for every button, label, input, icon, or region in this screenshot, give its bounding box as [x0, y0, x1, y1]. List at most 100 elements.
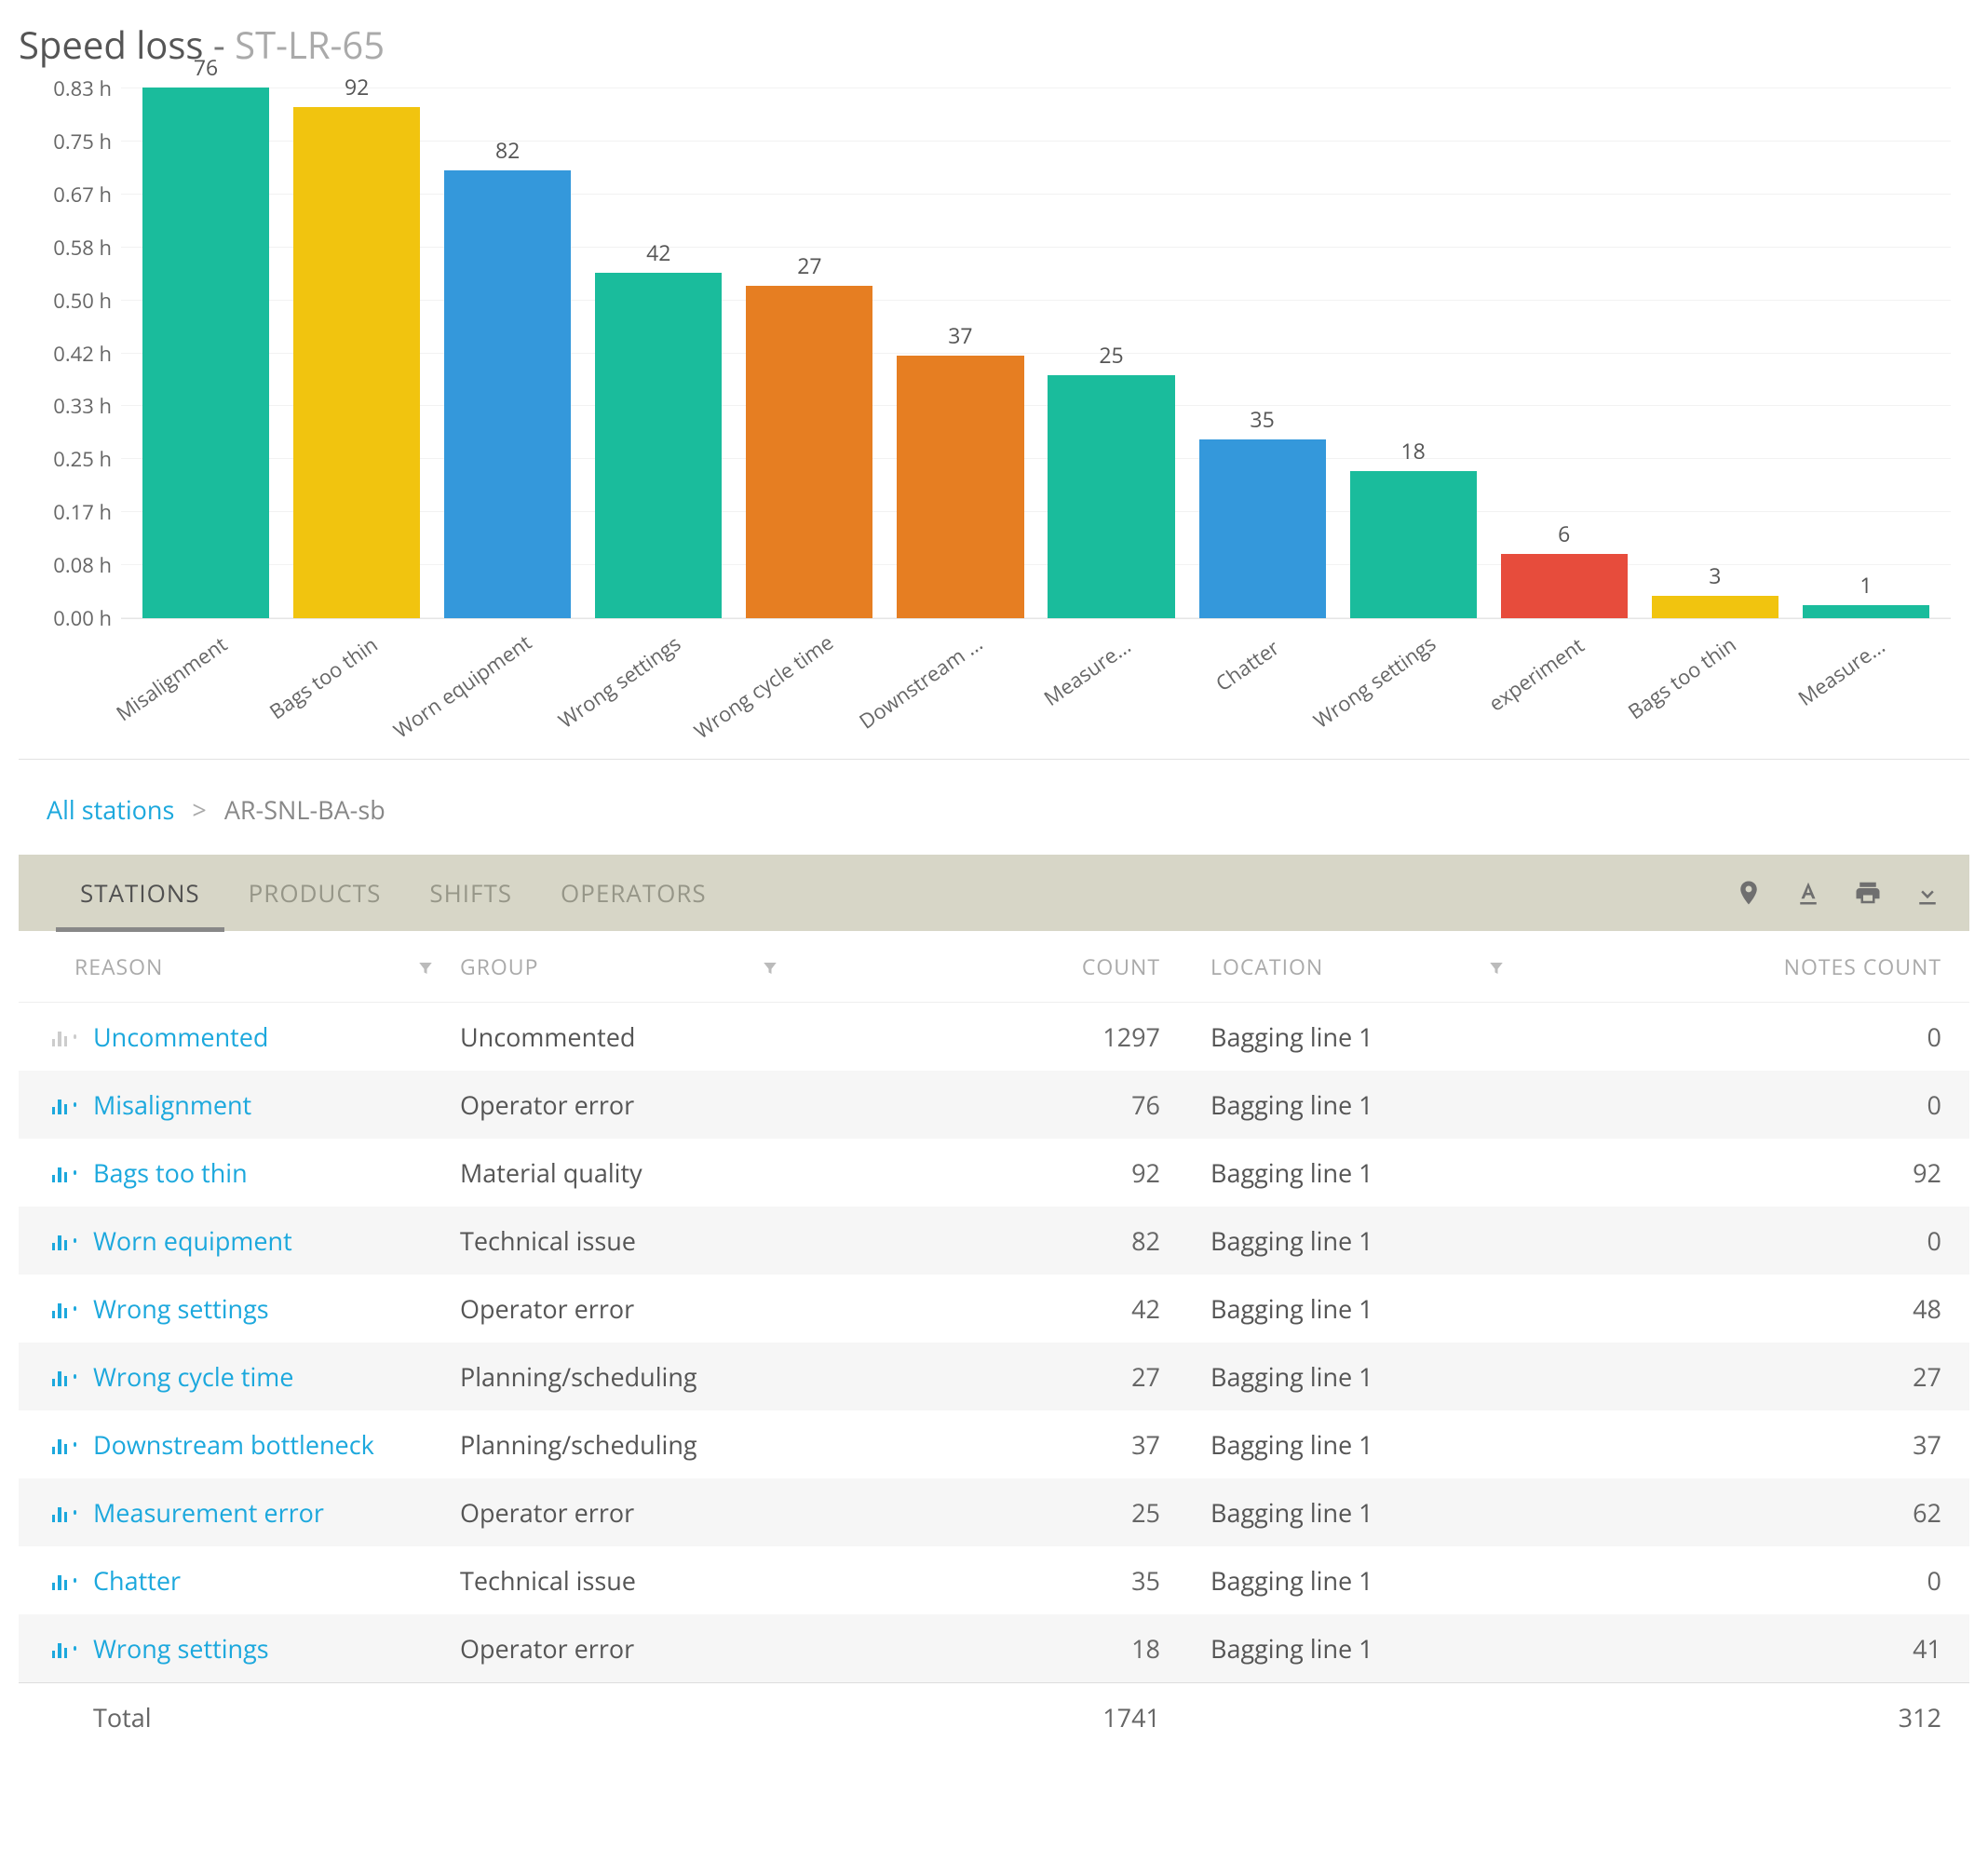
cell-notes: 48	[1518, 1275, 1969, 1343]
table-row: Downstream bottleneck Planning/scheduling…	[19, 1410, 1969, 1478]
reason-link[interactable]: Bags too thin	[93, 1155, 248, 1190]
bar-value-label: 25	[1099, 340, 1123, 370]
breadcrumb-root[interactable]: All stations	[47, 792, 174, 827]
cell-group: Technical issue	[447, 1546, 791, 1614]
cell-count: 35	[791, 1546, 1173, 1614]
reason-link[interactable]: Uncommented	[93, 1019, 268, 1054]
total-label: Total	[19, 1683, 447, 1752]
bar-chart-icon	[52, 1368, 76, 1386]
bar-slot: 35	[1187, 404, 1338, 618]
bar[interactable]	[1501, 554, 1628, 618]
bar[interactable]	[746, 286, 872, 618]
cell-location: Bagging line 1	[1173, 1410, 1518, 1478]
reason-link[interactable]: Misalignment	[93, 1087, 251, 1122]
cell-group: Planning/scheduling	[447, 1410, 791, 1478]
table-row: Wrong settingsOperator error42Bagging li…	[19, 1275, 1969, 1343]
cell-group: Operator error	[447, 1478, 791, 1546]
cell-location: Bagging line 1	[1173, 1546, 1518, 1614]
y-tick-label: 0.08 h	[19, 551, 112, 579]
bar[interactable]	[142, 88, 269, 618]
bar[interactable]	[1803, 605, 1929, 618]
bar-slot: 82	[432, 135, 583, 618]
y-tick-label: 0.25 h	[19, 445, 112, 473]
bar-slot: 6	[1489, 519, 1640, 618]
bar-chart-icon	[52, 1572, 76, 1590]
cell-group: Technical issue	[447, 1207, 791, 1275]
bar-chart-icon	[52, 1028, 76, 1046]
bar-value-label: 35	[1250, 404, 1274, 434]
col-reason[interactable]: REASON	[74, 951, 163, 981]
table-row: MisalignmentOperator error76Bagging line…	[19, 1071, 1969, 1139]
download-icon[interactable]	[1914, 879, 1941, 907]
bar-value-label: 82	[495, 135, 520, 165]
data-table: REASON GROUP COUNT LOCATION NOTES COUNT …	[19, 931, 1969, 1751]
bar[interactable]	[595, 273, 722, 618]
cell-count: 1297	[791, 1003, 1173, 1072]
bar-slot: 42	[583, 237, 734, 618]
cell-location: Bagging line 1	[1173, 1478, 1518, 1546]
table-row: Worn equipmentTechnical issue82Bagging l…	[19, 1207, 1969, 1275]
bar-chart-icon	[52, 1436, 76, 1454]
x-tick-label: Measure...	[1792, 632, 1890, 712]
tab-operators[interactable]: OPERATORS	[536, 854, 731, 932]
cell-group: Planning/scheduling	[447, 1343, 791, 1410]
cell-group: Operator error	[447, 1275, 791, 1343]
bar[interactable]	[1199, 439, 1326, 618]
bar-value-label: 42	[646, 237, 670, 267]
bar-chart-icon	[52, 1096, 76, 1114]
bar[interactable]	[897, 356, 1023, 618]
bar[interactable]	[1652, 596, 1778, 618]
reason-link[interactable]: Worn equipment	[93, 1223, 292, 1258]
bar-slot: 92	[281, 72, 432, 618]
section-divider	[19, 759, 1969, 760]
location-pin-icon[interactable]	[1735, 879, 1763, 907]
tab-products[interactable]: PRODUCTS	[224, 854, 406, 932]
bar-value-label: 3	[1709, 560, 1721, 590]
table-row: UncommentedUncommented1297Bagging line 1…	[19, 1003, 1969, 1072]
table-row: Measurement errorOperator error25Bagging…	[19, 1478, 1969, 1546]
reason-link[interactable]: Wrong settings	[93, 1631, 269, 1666]
filter-icon[interactable]	[762, 960, 778, 977]
y-tick-label: 0.75 h	[19, 128, 112, 155]
filter-icon[interactable]	[417, 960, 434, 977]
cell-location: Bagging line 1	[1173, 1003, 1518, 1072]
cell-group: Uncommented	[447, 1003, 791, 1072]
tab-stations[interactable]: STATIONS	[56, 854, 224, 932]
reason-link[interactable]: Wrong settings	[93, 1291, 269, 1326]
cell-location: Bagging line 1	[1173, 1139, 1518, 1207]
cell-notes: 0	[1518, 1546, 1969, 1614]
print-icon[interactable]	[1854, 879, 1882, 907]
y-tick-label: 0.58 h	[19, 234, 112, 262]
cell-count: 42	[791, 1275, 1173, 1343]
reason-link[interactable]: Measurement error	[93, 1495, 324, 1530]
bar[interactable]	[444, 170, 571, 618]
cell-count: 27	[791, 1343, 1173, 1410]
bar[interactable]	[1048, 375, 1174, 618]
reason-link[interactable]: Chatter	[93, 1563, 181, 1598]
cell-notes: 92	[1518, 1139, 1969, 1207]
filter-icon[interactable]	[1488, 960, 1505, 977]
bar-value-label: 6	[1558, 519, 1570, 548]
cell-count: 92	[791, 1139, 1173, 1207]
cell-location: Bagging line 1	[1173, 1071, 1518, 1139]
col-count[interactable]: COUNT	[1082, 951, 1160, 981]
col-location[interactable]: LOCATION	[1210, 951, 1323, 981]
cell-notes: 62	[1518, 1478, 1969, 1546]
reason-link[interactable]: Wrong cycle time	[93, 1359, 293, 1394]
bar-chart-icon	[52, 1639, 76, 1658]
col-group[interactable]: GROUP	[460, 951, 538, 981]
bar[interactable]	[1350, 471, 1477, 618]
col-notes[interactable]: NOTES COUNT	[1784, 951, 1941, 981]
bar-slot: 25	[1035, 340, 1186, 618]
reason-link[interactable]: Downstream bottleneck	[93, 1427, 374, 1462]
cell-group: Material quality	[447, 1139, 791, 1207]
x-tick-label: Misalignment	[111, 630, 233, 727]
y-tick-label: 0.17 h	[19, 498, 112, 526]
total-notes: 312	[1518, 1683, 1969, 1752]
tab-shifts[interactable]: SHIFTS	[405, 854, 536, 932]
font-underline-icon[interactable]	[1794, 879, 1822, 907]
cell-count: 18	[791, 1614, 1173, 1683]
y-tick-label: 0.83 h	[19, 74, 112, 102]
bar-slot: 1	[1791, 570, 1941, 618]
bar[interactable]	[293, 107, 420, 618]
